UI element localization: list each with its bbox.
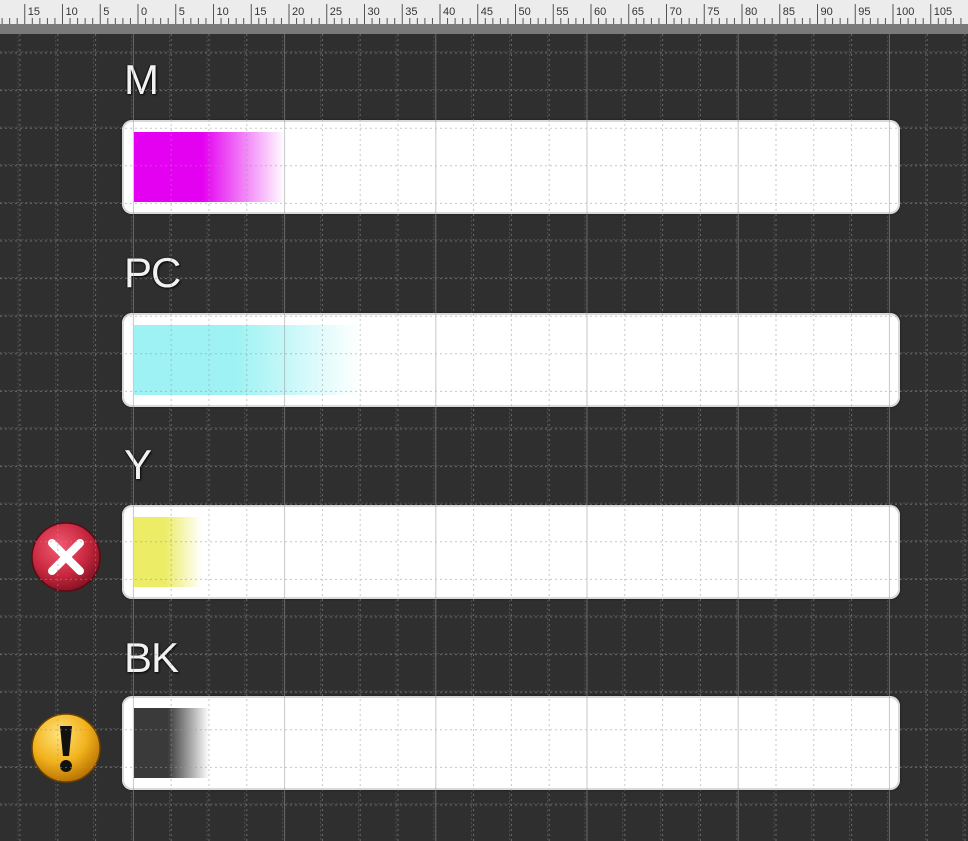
ink-level-fill <box>134 325 360 395</box>
ruler-tick-label: 15 <box>28 6 40 18</box>
ruler-tick-label: 70 <box>670 6 682 18</box>
ink-level-fill <box>134 517 202 587</box>
ruler-tick-label: 105 <box>934 6 952 18</box>
ruler-tick-label: 65 <box>632 6 644 18</box>
ink-level-fill <box>134 132 285 202</box>
ink-row-magenta: M <box>0 56 968 246</box>
ruler-tick-label: 50 <box>519 6 531 18</box>
ink-row-black: BK <box>0 634 968 824</box>
ink-level-panel: M PC Y BK <box>0 34 968 841</box>
ruler-tick-label: 0 <box>141 6 147 18</box>
ink-label: Y <box>124 441 152 488</box>
ruler-tick-label: 35 <box>405 6 417 18</box>
ruler-tick-label: 15 <box>254 6 266 18</box>
ruler-tick-label: 80 <box>745 6 757 18</box>
ruler-tick-label: 10 <box>66 6 78 18</box>
ink-label: BK <box>124 634 179 681</box>
ruler-tick-label: 60 <box>594 6 606 18</box>
ink-level-bar <box>122 120 900 214</box>
ink-label: PC <box>124 249 181 296</box>
ruler-tick-label: 75 <box>707 6 719 18</box>
ruler-tick-label: 5 <box>179 6 185 18</box>
ruler-ticks: 15 10 5 0 5 10 15 20 25 30 35 40 45 50 55 60 65 70 75 80 85 9… <box>1 4 962 24</box>
ruler-tick-label: 25 <box>330 6 342 18</box>
ink-level-bar <box>122 696 900 790</box>
ink-level-fill <box>134 708 209 778</box>
ruler-tick-label: 40 <box>443 6 455 18</box>
ruler-tick-label: 100 <box>896 6 914 18</box>
ruler-tick-label: 90 <box>821 6 833 18</box>
ruler-tick-label: 10 <box>217 6 229 18</box>
ruler-tick-label: 85 <box>783 6 795 18</box>
warning-exclamation-icon <box>31 713 101 783</box>
ruler-tick-label: 30 <box>368 6 380 18</box>
ink-row-yellow: Y <box>0 441 968 631</box>
horizontal-ruler: 15 10 5 0 5 10 15 20 25 30 35 40 45 50 55 60 65 70 75 80 85 9… <box>0 0 968 25</box>
ruler-shadow <box>0 24 968 34</box>
ruler-tick-label: 5 <box>103 6 109 18</box>
ink-row-photo-cyan: PC <box>0 249 968 439</box>
ink-level-bar <box>122 313 900 407</box>
ruler-tick-label: 45 <box>481 6 493 18</box>
ink-label: M <box>124 56 159 103</box>
ruler-tick-label: 55 <box>556 6 568 18</box>
ink-level-bar <box>122 505 900 599</box>
ruler-tick-label: 20 <box>292 6 304 18</box>
error-x-icon <box>31 522 101 592</box>
ruler-tick-label: 95 <box>858 6 870 18</box>
